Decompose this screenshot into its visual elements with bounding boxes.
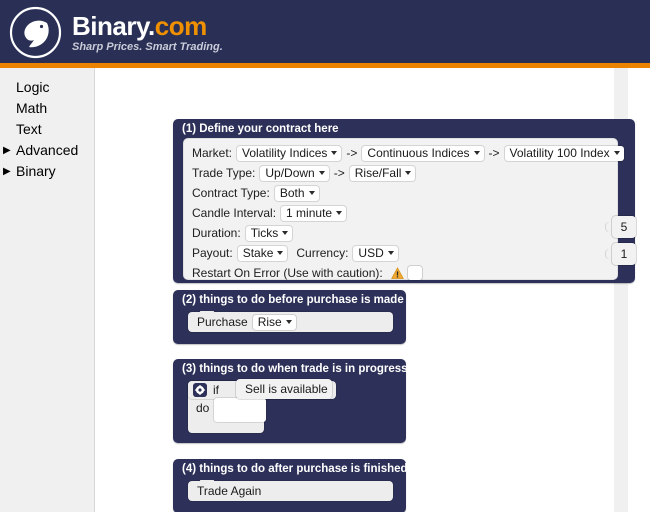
condition-sell-is-available[interactable]: Sell is available — [236, 379, 332, 399]
contract-type-label: Contract Type: — [192, 186, 270, 200]
market-subcategory-dropdown[interactable]: Continuous Indices — [362, 145, 484, 161]
chevron-down-icon — [285, 320, 292, 324]
do-statement-socket[interactable] — [214, 398, 266, 422]
payout-dropdown[interactable]: Stake — [237, 245, 288, 261]
row-duration: Duration: Ticks — [183, 223, 618, 243]
payout-value: Stake — [242, 246, 274, 260]
number-block-value: 1 — [620, 247, 628, 261]
candle-interval-label: Candle Interval: — [192, 206, 277, 220]
payout-label: Payout: — [192, 246, 233, 260]
block-notch — [200, 480, 214, 484]
candle-interval-dropdown[interactable]: 1 minute — [281, 205, 347, 221]
brand-dot: . — [148, 11, 155, 41]
chevron-down-icon — [318, 171, 325, 175]
duration-value: Ticks — [250, 226, 279, 240]
brand-wordmark: Binary.com Sharp Prices. Smart Trading. — [72, 12, 223, 54]
restart-on-error-checkbox[interactable] — [407, 266, 422, 280]
do-label: do — [196, 401, 210, 415]
purchase-label: Purchase — [197, 315, 248, 329]
block-title: (3) things to do when trade is in progre… — [182, 363, 408, 375]
number-block-value: 5 — [620, 220, 628, 234]
market-category-dropdown[interactable]: Volatility Indices — [237, 145, 342, 161]
currency-value: USD — [358, 246, 384, 260]
purchase-direction-value: Rise — [257, 315, 282, 329]
sidebar-item-label: Math — [16, 100, 48, 116]
statement-purchase[interactable]: Purchase Rise — [188, 311, 393, 332]
duration-dropdown[interactable]: Ticks — [245, 225, 293, 241]
row-market: Market: Volatility Indices -> Continuous… — [183, 143, 624, 163]
contract-type-value: Both — [279, 186, 305, 200]
row-restart-on-error: Restart On Error (Use with caution): — [183, 263, 618, 283]
market-subcategory-value: Continuous Indices — [367, 146, 470, 160]
sidebar-item-binary[interactable]: ▶ Binary — [0, 161, 94, 182]
market-arrow-1: -> — [346, 146, 358, 160]
number-block-1[interactable]: 1 — [612, 243, 636, 265]
chevron-right-icon: ▶ — [3, 166, 11, 177]
block-define-contract-body: Market: Volatility Indices -> Continuous… — [183, 138, 624, 283]
trade-type-category-dropdown[interactable]: Up/Down — [260, 165, 329, 181]
binary-bird-logo-icon — [8, 5, 63, 60]
sidebar-item-label: Logic — [16, 79, 50, 95]
purchase-direction-dropdown[interactable]: Rise — [252, 314, 296, 330]
restart-on-error-label: Restart On Error (Use with caution): — [192, 266, 383, 280]
sidebar-item-logic[interactable]: Logic — [0, 77, 94, 98]
chevron-down-icon — [282, 231, 289, 235]
duration-label: Duration: — [192, 226, 241, 240]
if-label: if — [213, 383, 219, 397]
trade-type-label: Trade Type: — [192, 166, 256, 180]
chevron-down-icon — [308, 191, 315, 195]
market-symbol-dropdown[interactable]: Volatility 100 Index — [504, 145, 624, 161]
row-payout: Payout: Stake Currency: USD — [183, 243, 618, 263]
chevron-right-icon: ▶ — [3, 145, 11, 156]
condition-label: Sell is available — [245, 382, 328, 396]
blockly-workspace[interactable]: (1) Define your contract here Market: Vo… — [96, 68, 650, 512]
sidebar-item-advanced[interactable]: ▶ Advanced — [0, 140, 94, 161]
block-title: (1) Define your contract here — [182, 123, 339, 135]
chevron-down-icon — [387, 251, 394, 255]
market-symbol-value: Volatility 100 Index — [509, 146, 610, 160]
trade-type-category-value: Up/Down — [265, 166, 315, 180]
currency-label: Currency: — [296, 246, 349, 260]
app-header: Binary.com Sharp Prices. Smart Trading. — [0, 0, 650, 63]
warning-triangle-icon — [390, 266, 404, 280]
market-category-value: Volatility Indices — [242, 146, 328, 160]
sidebar-item-text[interactable]: Text — [0, 119, 94, 140]
market-arrow-2: -> — [488, 146, 500, 160]
candle-interval-value: 1 minute — [286, 206, 333, 220]
trade-again-label: Trade Again — [197, 484, 262, 498]
row-contract-type: Contract Type: Both — [183, 183, 618, 203]
chevron-down-icon — [613, 151, 620, 155]
sidebar-item-label: Binary — [16, 163, 56, 179]
block-title: (4) things to do after purchase is finis… — [182, 463, 408, 475]
brand-tagline: Sharp Prices. Smart Trading. — [72, 41, 223, 53]
brand-name: Binary — [72, 11, 149, 41]
trade-type-arrow: -> — [333, 166, 345, 180]
contract-type-dropdown[interactable]: Both — [274, 185, 319, 201]
sidebar-item-label: Text — [16, 121, 42, 137]
statement-trade-again[interactable]: Trade Again — [188, 480, 393, 501]
sidebar-item-label: Advanced — [16, 142, 79, 158]
toolbox-sidebar: Logic Math Text ▶ Advanced ▶ Binary — [0, 68, 95, 512]
row-candle-interval: Candle Interval: 1 minute — [183, 203, 618, 223]
trade-type-value: Rise/Fall — [354, 166, 402, 180]
chevron-down-icon — [405, 171, 412, 175]
brand-suffix: com — [154, 11, 207, 41]
block-title: (2) things to do before purchase is made — [182, 294, 404, 306]
market-label: Market: — [192, 146, 233, 160]
row-trade-type: Trade Type: Up/Down -> Rise/Fall — [183, 163, 618, 183]
currency-dropdown[interactable]: USD — [353, 245, 398, 261]
number-block-5[interactable]: 5 — [612, 216, 636, 238]
chevron-down-icon — [336, 211, 343, 215]
gear-icon[interactable] — [193, 383, 207, 397]
block-notch — [200, 311, 214, 315]
sidebar-item-math[interactable]: Math — [0, 98, 94, 119]
chevron-down-icon — [473, 151, 480, 155]
chevron-down-icon — [277, 251, 284, 255]
trade-type-dropdown[interactable]: Rise/Fall — [349, 165, 416, 181]
chevron-down-icon — [331, 151, 338, 155]
